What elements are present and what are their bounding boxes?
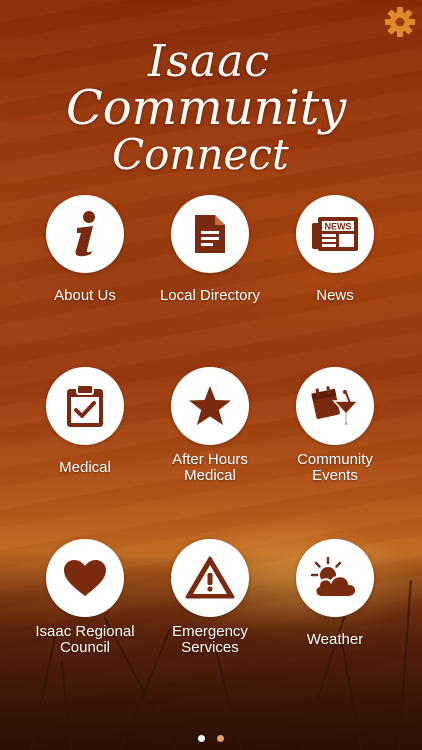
menu-community-events[interactable]: Community Events: [280, 367, 390, 485]
info-icon: [75, 211, 95, 257]
gear-icon: [385, 7, 415, 37]
menu-local-directory[interactable]: Local Directory: [155, 195, 265, 313]
document-icon: [195, 215, 225, 253]
menu-label: Emergency Services: [172, 623, 248, 656]
clipboard-check-icon: [67, 384, 103, 427]
menu-label: Isaac Regional Council: [35, 623, 135, 656]
menu-after-hours-medical[interactable]: After Hours Medical: [155, 367, 265, 485]
menu-about-us[interactable]: About Us: [30, 195, 140, 313]
star-icon: [189, 386, 231, 425]
page-indicator[interactable]: [0, 729, 422, 747]
page-dot[interactable]: [217, 735, 225, 742]
calendar-cocktail-icon: [311, 386, 360, 426]
title-line-3: Connect: [112, 130, 289, 179]
menu-news[interactable]: NEWS News: [280, 195, 390, 313]
menu-label: Weather: [306, 631, 364, 648]
menu-label: News: [316, 287, 354, 304]
heart-icon: [64, 560, 106, 596]
title-line-2: Community: [66, 80, 347, 136]
warning-icon: [185, 556, 235, 599]
newspaper-icon: NEWS: [312, 217, 358, 251]
sun-cloud-icon: [310, 556, 358, 598]
menu-label: About Us: [54, 287, 116, 304]
app-logo-title: Isaac Community Connect: [60, 34, 360, 184]
menu-label: Local Directory: [159, 287, 261, 304]
menu-medical[interactable]: Medical: [30, 367, 140, 485]
menu-label: Community Events: [297, 451, 373, 484]
menu-label: Medical: [59, 459, 111, 476]
page-dot-active[interactable]: [197, 735, 205, 742]
menu-isaac-regional-council[interactable]: Isaac Regional Council: [30, 539, 140, 657]
settings-button[interactable]: [384, 6, 416, 38]
svg-text:NEWS: NEWS: [325, 222, 352, 232]
menu-label: After Hours Medical: [172, 451, 248, 484]
menu-emergency-services[interactable]: Emergency Services: [155, 539, 265, 657]
menu-weather[interactable]: Weather: [280, 539, 390, 657]
